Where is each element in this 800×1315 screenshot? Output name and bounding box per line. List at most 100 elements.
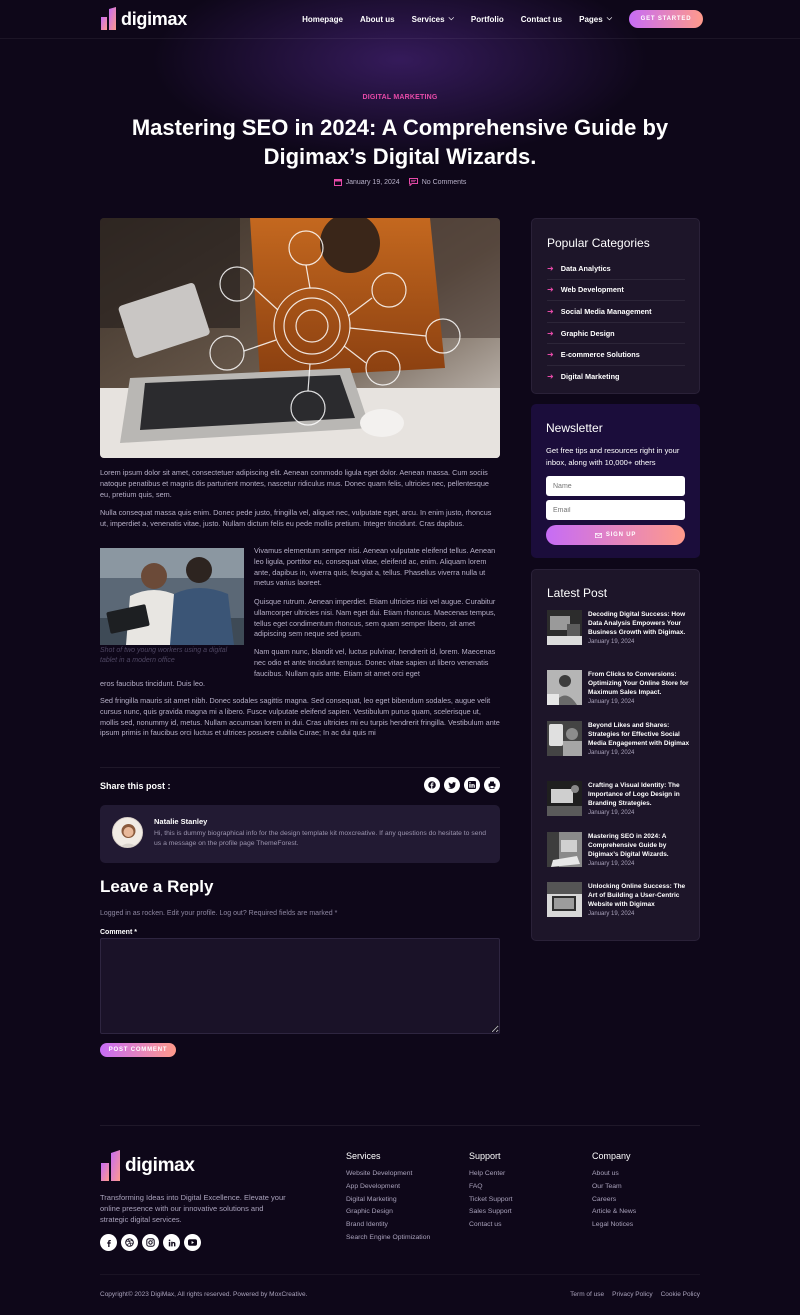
youtube-icon[interactable]: [184, 1234, 201, 1251]
category-item[interactable]: ➜ E-commerce Solutions: [547, 344, 685, 366]
category-item[interactable]: ➜ Social Media Management: [547, 301, 685, 323]
post-comments[interactable]: No Comments: [408, 178, 466, 186]
post-paragraph: Vivamus elementum semper nisi. Aenean vu…: [254, 546, 496, 588]
nav-label: Services: [411, 14, 445, 24]
latest-post-item[interactable]: Beyond Likes and Shares: Strategies for …: [547, 721, 692, 758]
latest-post-date: January 19, 2024: [588, 809, 635, 816]
latest-post-date: January 19, 2024: [588, 860, 635, 867]
post-paragraph: Sed fringilla mauris sit amet nibh. Done…: [100, 696, 500, 738]
footer-link[interactable]: Digital Marketing: [346, 1194, 430, 1207]
latest-post-title: From Clicks to Conversions: Optimizing Y…: [588, 671, 689, 697]
nav-portfolio[interactable]: Portfolio: [471, 15, 504, 24]
footer-logo-text: digimax: [125, 1155, 195, 1176]
category-label: E-commerce Solutions: [560, 350, 640, 360]
featured-image: [100, 218, 500, 458]
post-paragraph: Lorem ipsum dolor sit amet, consectetuer…: [100, 468, 489, 499]
author-name[interactable]: Natalie Stanley: [154, 817, 207, 826]
legal-link-cookie[interactable]: Cookie Policy: [661, 1291, 700, 1298]
nav-label: About us: [359, 14, 395, 24]
facebook-icon[interactable]: [424, 777, 440, 793]
post-paragraph: Nam quam nunc, blandit vel, luctus pulvi…: [254, 647, 496, 678]
facebook-icon[interactable]: [100, 1234, 117, 1251]
nav-services[interactable]: Services ⌵: [412, 15, 454, 24]
logo-mark-icon: [101, 7, 116, 30]
footer-link[interactable]: Help Center: [469, 1168, 513, 1181]
footer-link[interactable]: Contact us: [469, 1219, 513, 1232]
newsletter-email-input[interactable]: [546, 500, 685, 520]
nav-about-us[interactable]: About us: [360, 15, 395, 24]
linkedin-icon[interactable]: [464, 777, 480, 793]
logged-in-text: Logged in as rocken. Edit your profile. …: [100, 910, 338, 917]
footer-column-title: Company: [592, 1151, 631, 1161]
linkedin-icon[interactable]: [163, 1234, 180, 1251]
legal-link-terms[interactable]: Term of use: [570, 1291, 604, 1298]
post-comment-button[interactable]: POST COMMENT: [100, 1043, 176, 1057]
footer-link[interactable]: Article & News: [592, 1206, 636, 1219]
latest-post-title: Unlocking Online Success: The Art of Bui…: [588, 883, 686, 909]
newsletter-name-input[interactable]: [546, 476, 685, 496]
print-icon[interactable]: [484, 777, 500, 793]
footer-link[interactable]: App Development: [346, 1181, 430, 1194]
sign-up-button[interactable]: SIGN UP: [546, 525, 685, 545]
header-divider: [0, 38, 800, 39]
category-item[interactable]: ➜ Data Analytics: [547, 258, 685, 280]
footer-link[interactable]: Ticket Support: [469, 1194, 513, 1207]
category-label: Graphic Design: [560, 328, 615, 338]
category-item[interactable]: ➜ Web Development: [547, 280, 685, 302]
nav-homepage[interactable]: Homepage: [302, 15, 343, 24]
footer-link[interactable]: Search Engine Optimization: [346, 1232, 430, 1245]
footer-link[interactable]: Graphic Design: [346, 1206, 430, 1219]
arrow-right-icon: ➜: [547, 328, 554, 338]
footer-link[interactable]: About us: [592, 1168, 636, 1181]
nav-contact-us[interactable]: Contact us: [521, 15, 562, 24]
footer-social-icons: [100, 1234, 201, 1251]
latest-post-date: January 19, 2024: [588, 698, 635, 705]
footer-link[interactable]: Brand Identity: [346, 1219, 430, 1232]
image-caption: Shot of two young workers using a digita…: [100, 647, 228, 664]
footer-bottom-divider: [100, 1274, 700, 1275]
footer-link[interactable]: FAQ: [469, 1181, 513, 1194]
category-label: Social Media Management: [560, 306, 652, 316]
sign-up-label: SIGN UP: [605, 532, 637, 538]
category-item[interactable]: ➜ Graphic Design: [547, 323, 685, 345]
footer-column-title: Services: [346, 1151, 381, 1161]
latest-post-item[interactable]: Unlocking Online Success: The Art of Bui…: [547, 882, 692, 919]
latest-post-date: January 19, 2024: [588, 910, 635, 917]
arrow-right-icon: ➜: [547, 263, 554, 273]
popular-categories-card: Popular Categories ➜ Data Analytics ➜ Web …: [531, 218, 700, 394]
nav-label: Pages: [579, 14, 603, 24]
latest-post-item[interactable]: Decoding Digital Success: How Data Analy…: [547, 610, 692, 647]
logo[interactable]: digimax: [100, 7, 187, 31]
copyright-text: Copyright© 2023 DigiMax, All rights rese…: [100, 1291, 308, 1298]
post-thumbnail: [547, 832, 582, 867]
nav-pages[interactable]: Pages ⌵: [579, 15, 612, 24]
footer-logo[interactable]: digimax: [100, 1150, 195, 1182]
latest-post-item[interactable]: Crafting a Visual Identity: The Importan…: [547, 781, 692, 818]
legal-link-privacy[interactable]: Privacy Policy: [612, 1291, 652, 1298]
comment-textarea[interactable]: [100, 938, 500, 1034]
logo-mark-icon: [101, 1150, 120, 1181]
latest-posts-title: Latest Post: [547, 586, 608, 600]
dribbble-icon[interactable]: [121, 1234, 138, 1251]
footer-link[interactable]: Careers: [592, 1194, 636, 1207]
post-thumbnail: [547, 721, 582, 756]
post-thumbnail: [547, 670, 582, 705]
arrow-right-icon: ➜: [547, 285, 554, 295]
get-started-button[interactable]: GET STARTED: [629, 10, 703, 28]
instagram-icon[interactable]: [142, 1234, 159, 1251]
post-category[interactable]: DIGITAL MARKETING: [0, 94, 800, 101]
footer-link[interactable]: Sales Support: [469, 1206, 513, 1219]
logo-text: digimax: [121, 8, 187, 29]
category-item[interactable]: ➜ Digital Marketing: [547, 366, 685, 388]
footer-link[interactable]: Our Team: [592, 1181, 636, 1194]
footer-link[interactable]: Website Development: [346, 1168, 430, 1181]
latest-post-item[interactable]: From Clicks to Conversions: Optimizing Y…: [547, 670, 692, 707]
post-date: January 19, 2024: [333, 178, 400, 186]
footer-link[interactable]: Legal Notices: [592, 1219, 636, 1232]
latest-post-item[interactable]: Mastering SEO in 2024: A Comprehensive G…: [547, 832, 692, 869]
site-header: digimax Homepage About us Services ⌵ Port…: [100, 0, 703, 38]
category-list: ➜ Data Analytics ➜ Web Development ➜ Social…: [547, 258, 685, 388]
twitter-icon[interactable]: [444, 777, 460, 793]
latest-post-title: Mastering SEO in 2024: A Comprehensive G…: [588, 833, 669, 859]
chevron-down-icon: ⌵: [606, 15, 612, 22]
